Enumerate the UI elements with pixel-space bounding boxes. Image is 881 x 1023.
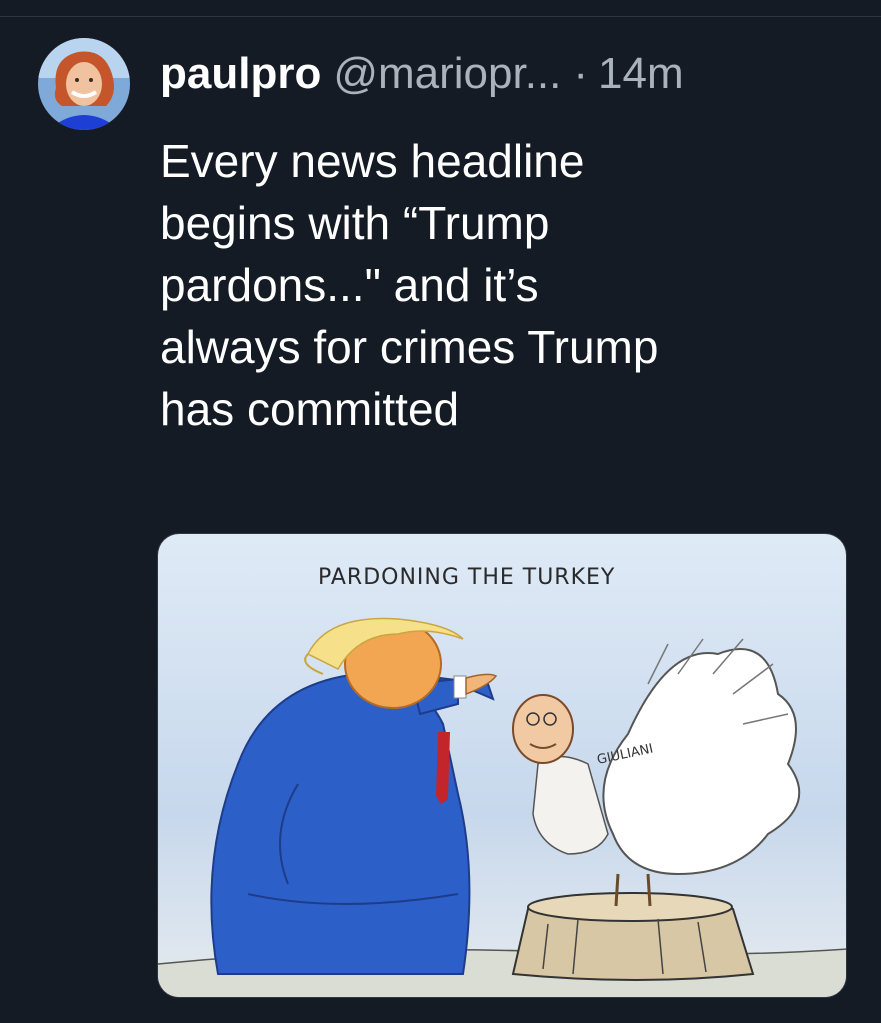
tweet-header: paulpro @mariopr... · 14m [160,46,684,102]
cartoon-caption: PARDONING THE TURKEY [318,565,615,590]
tweet-timestamp[interactable]: 14m [598,46,684,102]
tree-stump [511,892,755,981]
author-handle[interactable]: @mariopr... [333,46,561,102]
tweet-media-cartoon[interactable]: PARDONING THE TURKEY GIULIANI [157,533,847,998]
author-avatar[interactable] [38,38,130,130]
tweet-text-line: has committed [160,383,460,435]
tweet-text-line: begins with “Trump [160,197,550,249]
tweet-text-line: pardons..." and it’s [160,259,539,311]
separator-dot: · [573,49,589,98]
tweet-text: Every news headline begins with “Trump p… [160,130,860,440]
top-divider [0,16,881,17]
tweet-text-line: Every news headline [160,135,585,187]
profile-photo-icon [38,38,130,130]
cartoon-illustration: PARDONING THE TURKEY GIULIANI [158,534,846,997]
tweet-text-line: always for crimes Trump [160,321,659,373]
author-display-name[interactable]: paulpro [160,46,321,102]
